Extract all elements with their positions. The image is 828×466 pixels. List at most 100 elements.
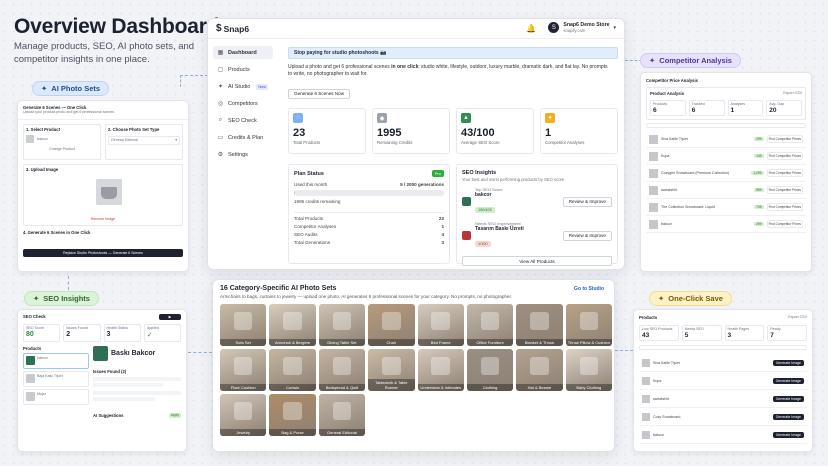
run-seo-button[interactable]: ▶ (159, 314, 181, 320)
seo-detail-name: Baskı Bakcor (111, 350, 156, 357)
review-improve-button[interactable]: Review & Improve (562, 230, 612, 241)
photo-set-tile[interactable]: Office Furniture (466, 304, 514, 346)
seo-stat-icon: ▲ (461, 113, 471, 123)
seo-product-item[interactable]: bakcor (23, 353, 89, 369)
export-csv-button[interactable]: Export CSV (788, 315, 807, 320)
new-badge: New (256, 83, 268, 90)
ai-suggestions-title: AI Suggestions (93, 413, 124, 418)
table-row[interactable]: Siva Kalite Tişört 299 Find Competitor Pri… (646, 131, 806, 148)
generate-scenes-button[interactable]: Replace Studio Photoshoots — Generate 6 … (23, 249, 183, 257)
photo-set-image (480, 356, 500, 376)
stat-total-products: ◌ 23 Total Products (288, 108, 366, 154)
seo-card: SEO Check ▶ SEO Score 80 Issues Found 2 He… (17, 309, 187, 452)
sidebar-item-dashboard[interactable]: ▦ Dashboard (213, 46, 273, 59)
table-row[interactable]: bakcor Generate Image (639, 426, 807, 444)
export-csv-button[interactable]: Export CSV (783, 91, 802, 96)
stat-seo-score: ▲ 43/100 Average SEO Score (456, 108, 534, 154)
photo-set-tile[interactable]: Baby Clothing (565, 349, 612, 391)
sidebar-item-competitors[interactable]: ◎ Competitors (213, 97, 273, 110)
table-row[interactable]: Kupa 149 Find Competitor Prices (646, 148, 806, 165)
photo-set-tile[interactable]: Curtain (269, 349, 316, 391)
photo-set-tile[interactable]: Bag & Purse (269, 394, 316, 436)
photo-set-tile[interactable]: Chair (368, 304, 415, 346)
tag-seo-insights: ✦ SEO Insights (24, 291, 99, 306)
search-icon: ⌕ (218, 117, 223, 123)
photo-set-tile[interactable]: Sofa Set (220, 304, 267, 346)
generate-scenes-button[interactable]: Generate 6 Scenes Now (288, 88, 351, 99)
photo-set-tile[interactable]: Tablecloth & Table Runner (368, 349, 415, 391)
photo-set-label: Blanket & Throw (516, 339, 563, 346)
sidebar-item-seo-check[interactable]: ⌕ SEO Check (213, 114, 273, 127)
store-menu[interactable]: S Snap6 Demo Store snapify.com ▾ (548, 22, 616, 33)
table-row[interactable]: Kupa Generate Image (639, 372, 807, 390)
seo-insights-subtitle: Your best and worst performing products … (462, 177, 565, 182)
competitor-card-title: Competitor Price Analysis (646, 78, 698, 83)
view-all-products-button[interactable]: View All Products (462, 256, 612, 266)
photo-set-tile[interactable]: Jewelry (220, 394, 267, 436)
set-type-select[interactable]: General Editorial ▾ (108, 136, 180, 145)
table-row[interactable]: bakcor 299 Find Competitor Prices (646, 216, 806, 233)
photo-set-tile[interactable]: General Editorial (318, 394, 366, 436)
photo-set-tile[interactable]: Bed Frame (417, 304, 464, 346)
photo-set-label: Clothing (466, 384, 514, 391)
photo-set-tile[interactable]: Clothing (466, 349, 514, 391)
table-row[interactable]: Cozy Snowboard Generate Image (639, 408, 807, 426)
card-icon: ▭ (217, 135, 224, 141)
photo-set-tile[interactable]: Bedspread & Quilt (318, 349, 366, 391)
seo-card-title: SEO Check (23, 314, 46, 319)
photo-set-label: Dining Table Set (318, 339, 366, 346)
ai-step2: 2. Choose Photo Set Type (108, 127, 160, 132)
table-row[interactable]: The Collection Snowboard: Liquid 749 Find … (646, 199, 806, 216)
photo-set-tile[interactable]: Dining Table Set (318, 304, 366, 346)
go-to-studio-link[interactable]: Go to Studio (574, 286, 604, 292)
app-logo[interactable]: $ Snap6 (216, 23, 249, 34)
sidebar-item-products[interactable]: ▢ Products (213, 63, 273, 76)
ai-card-subtitle: Upload your product photo and get 6 prof… (23, 110, 115, 114)
photo-set-tile[interactable]: Throw Pillow & Cushion (565, 304, 612, 346)
apply-button[interactable]: Apply (168, 413, 181, 418)
main-content: Stop paying for studio photoshoots 📷 Upl… (288, 47, 618, 100)
gear-icon: ⚙ (217, 152, 224, 158)
photo-set-tile[interactable]: Floor Cushion (220, 349, 267, 391)
usage-progress-bar (294, 190, 444, 196)
photo-set-tile[interactable]: Underwear & Intimates (417, 349, 464, 391)
seo-detail-thumb (93, 346, 108, 361)
photo-set-tile[interactable]: Blanket & Throw (516, 304, 563, 346)
intro-text: Upload a photo and get 6 professional sc… (288, 64, 608, 77)
review-improve-button[interactable]: Review & Improve (562, 196, 612, 207)
store-domain: snapify.com (563, 28, 586, 33)
plan-row: Total Products 23 (294, 216, 444, 221)
used-label: Used this month (294, 182, 328, 187)
sidebar-item-ai-studio[interactable]: ✦ AI Studio New (213, 80, 273, 93)
products-search-input[interactable] (639, 345, 807, 350)
bell-icon[interactable]: 🔔 (526, 24, 536, 33)
avatar: S (548, 22, 560, 33)
photo-sets-subtitle: Armchairs to bags, curtains to jewelry —… (220, 294, 513, 299)
table-row[interactable]: Siva Kalite Tişört Generate Image (639, 354, 807, 372)
photo-set-label: Tablecloth & Table Runner (368, 379, 415, 391)
table-row[interactable]: Cozygen Snowboard (Premium Collection) 1,… (646, 165, 806, 182)
photo-set-image (431, 311, 450, 331)
photo-set-label: Curtain (269, 384, 316, 391)
seo-product-item[interactable]: Baja Kaliç Tişört (23, 371, 89, 387)
photo-set-image (233, 356, 253, 376)
product-stat-icon: ◌ (293, 113, 303, 123)
product-thumb (462, 197, 471, 206)
stat-competitor-analyses: ● 1 Competitor Analyses (540, 108, 618, 154)
sidebar-item-settings[interactable]: ⚙ Settings (213, 148, 273, 161)
sidebar: ▦ Dashboard ▢ Products ✦ AI Studio New ◎ Comp… (208, 39, 278, 269)
photo-set-label: Hat & Beanie (516, 384, 563, 391)
plan-title: Plan Status (294, 170, 324, 177)
ai-photo-card: Generate 6 Scenes — One Click Upload you… (17, 100, 189, 272)
remove-image-button[interactable]: Remove Image (24, 217, 182, 222)
photo-set-tile[interactable]: Armchair & Bergère (269, 304, 316, 346)
sidebar-item-credits[interactable]: ▭ Credits & Plan (213, 131, 273, 144)
competitor-search-input[interactable] (646, 123, 806, 128)
change-product-button[interactable]: Change Product (26, 147, 98, 152)
seo-product-item[interactable]: Mujer (23, 389, 89, 405)
table-row[interactable]: sweatshirt Generate Image (639, 390, 807, 408)
photo-set-tile[interactable]: Hat & Beanie (516, 349, 563, 391)
photo-set-image (283, 311, 302, 331)
plan-row: SEO Audits 4 (294, 232, 444, 237)
table-row[interactable]: sweatshirt 599 Find Competitor Prices (646, 182, 806, 199)
